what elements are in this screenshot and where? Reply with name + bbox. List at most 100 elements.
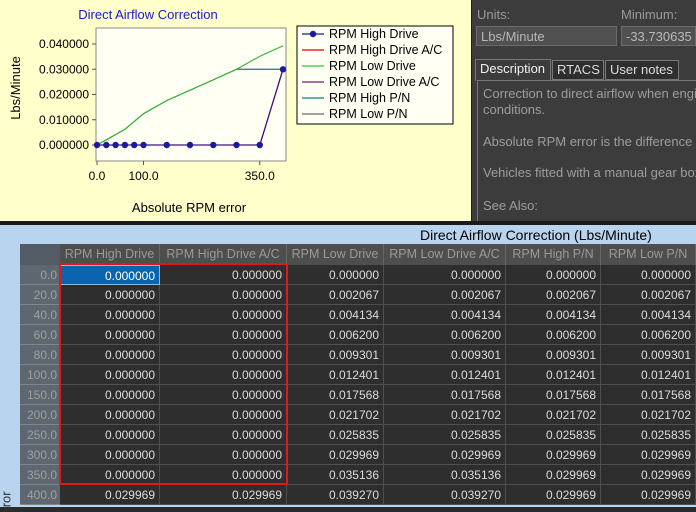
table-cell[interactable]: 0.002067 [601, 285, 696, 305]
table-cell[interactable]: 0.012401 [384, 365, 506, 385]
row-header[interactable]: 350.0 [20, 465, 60, 485]
row-header[interactable]: 200.0 [20, 405, 60, 425]
table-cell[interactable]: 0.021702 [287, 405, 384, 425]
table-cell[interactable]: 0.025835 [384, 425, 506, 445]
table-cell[interactable]: 0.000000 [60, 405, 160, 425]
column-header[interactable]: RPM Low P/N [601, 244, 696, 265]
table-cell[interactable]: 0.000000 [160, 305, 287, 325]
table-cell[interactable]: 0.002067 [384, 285, 506, 305]
table-cell[interactable]: 0.035136 [384, 465, 506, 485]
row-header[interactable]: 300.0 [20, 445, 60, 465]
column-header[interactable]: RPM Low Drive A/C [384, 244, 506, 265]
table-cell[interactable]: 0.000000 [160, 425, 287, 445]
table-cell[interactable]: 0.000000 [160, 405, 287, 425]
table-cell[interactable]: 0.000000 [601, 265, 696, 285]
table-cell[interactable]: 0.000000 [60, 285, 160, 305]
table-cell[interactable]: 0.004134 [506, 305, 601, 325]
table-cell[interactable]: 0.004134 [287, 305, 384, 325]
table-cell[interactable]: 0.021702 [506, 405, 601, 425]
table-cell[interactable]: 0.000000 [60, 425, 160, 445]
minimum-field[interactable]: -33.730635 [621, 26, 696, 46]
table-cell[interactable]: 0.029969 [60, 485, 160, 505]
table-cell[interactable]: 0.029969 [601, 445, 696, 465]
table-cell[interactable]: 0.021702 [384, 405, 506, 425]
table-cell[interactable]: 0.025835 [506, 425, 601, 445]
tab-description[interactable]: Description [475, 59, 551, 81]
table-cell[interactable]: 0.000000 [60, 365, 160, 385]
table-cell[interactable]: 0.000000 [60, 445, 160, 465]
table-cell[interactable]: 0.029969 [506, 445, 601, 465]
table-cell[interactable]: 0.009301 [287, 345, 384, 365]
table-cell[interactable]: 0.017568 [384, 385, 506, 405]
table-cell[interactable]: 0.029969 [287, 445, 384, 465]
table-cell[interactable]: 0.012401 [506, 365, 601, 385]
table-cell[interactable]: 0.017568 [601, 385, 696, 405]
table-cell[interactable]: 0.004134 [384, 305, 506, 325]
table-cell[interactable]: 0.029969 [601, 485, 696, 505]
table-cell[interactable]: 0.006200 [384, 325, 506, 345]
table-cell[interactable]: 0.000000 [160, 365, 287, 385]
table-cell[interactable]: 0.000000 [160, 385, 287, 405]
table-cell[interactable]: 0.012401 [287, 365, 384, 385]
row-header[interactable]: 100.0 [20, 365, 60, 385]
table-cell[interactable]: 0.039270 [287, 485, 384, 505]
table-cell[interactable]: 0.009301 [506, 345, 601, 365]
table-cell[interactable]: 0.025835 [287, 425, 384, 445]
table-cell[interactable]: 0.000000 [287, 265, 384, 285]
table-cell[interactable]: 0.000000 [160, 345, 287, 365]
row-header[interactable]: 40.0 [20, 305, 60, 325]
table-cell[interactable]: 0.000000 [60, 305, 160, 325]
table-cell[interactable]: 0.002067 [506, 285, 601, 305]
table-cell[interactable]: 0.000000 [160, 265, 287, 285]
table-cell[interactable]: 0.000000 [384, 265, 506, 285]
table-cell[interactable]: 0.029969 [160, 485, 287, 505]
column-header[interactable]: RPM High Drive A/C [160, 244, 287, 265]
table-cell[interactable]: 0.000000 [60, 325, 160, 345]
table-cell[interactable]: 0.000000 [60, 385, 160, 405]
see-also-link[interactable]: See Also: [483, 197, 538, 214]
column-header[interactable]: RPM High Drive [60, 244, 160, 265]
tab-user-notes[interactable]: User notes [605, 60, 679, 80]
table-cell[interactable]: 0.000000 [160, 445, 287, 465]
table-cell[interactable]: 0.006200 [601, 325, 696, 345]
table-cell[interactable]: 0.000000 [60, 265, 160, 285]
table-cell[interactable]: 0.029969 [506, 465, 601, 485]
row-header[interactable]: 0.0 [20, 265, 60, 285]
table-cell[interactable]: 0.029969 [384, 445, 506, 465]
description-line-2: conditions. [483, 102, 546, 117]
table-cell[interactable]: 0.002067 [287, 285, 384, 305]
column-header[interactable]: RPM High P/N [506, 244, 601, 265]
description-line-4: Vehicles fitted with a manual gear box [483, 165, 696, 180]
x-tick-label: 0.0 [89, 169, 106, 183]
table-cell[interactable]: 0.021702 [601, 405, 696, 425]
table-cell[interactable]: 0.035136 [287, 465, 384, 485]
row-header[interactable]: 400.0 [20, 485, 60, 505]
table-cell[interactable]: 0.025835 [601, 425, 696, 445]
y-axis-label: Lbs/Minute [8, 56, 23, 120]
table-cell[interactable]: 0.000000 [60, 465, 160, 485]
table-cell[interactable]: 0.004134 [601, 305, 696, 325]
row-header[interactable]: 80.0 [20, 345, 60, 365]
row-header[interactable]: 150.0 [20, 385, 60, 405]
table-cell[interactable]: 0.000000 [506, 265, 601, 285]
table-cell[interactable]: 0.006200 [287, 325, 384, 345]
table-cell[interactable]: 0.029969 [506, 485, 601, 505]
units-field[interactable]: Lbs/Minute [476, 26, 617, 46]
table-cell[interactable]: 0.039270 [384, 485, 506, 505]
column-header[interactable]: RPM Low Drive [287, 244, 384, 265]
table-cell[interactable]: 0.000000 [60, 345, 160, 365]
row-header[interactable]: 250.0 [20, 425, 60, 445]
tab-rtacs[interactable]: RTACS [552, 60, 604, 80]
row-header[interactable]: 60.0 [20, 325, 60, 345]
table-cell[interactable]: 0.017568 [287, 385, 384, 405]
table-cell[interactable]: 0.009301 [601, 345, 696, 365]
table-cell[interactable]: 0.000000 [160, 325, 287, 345]
row-header[interactable]: 20.0 [20, 285, 60, 305]
table-cell[interactable]: 0.029969 [601, 465, 696, 485]
table-cell[interactable]: 0.000000 [160, 285, 287, 305]
table-cell[interactable]: 0.000000 [160, 465, 287, 485]
table-cell[interactable]: 0.012401 [601, 365, 696, 385]
table-cell[interactable]: 0.017568 [506, 385, 601, 405]
table-cell[interactable]: 0.006200 [506, 325, 601, 345]
table-cell[interactable]: 0.009301 [384, 345, 506, 365]
